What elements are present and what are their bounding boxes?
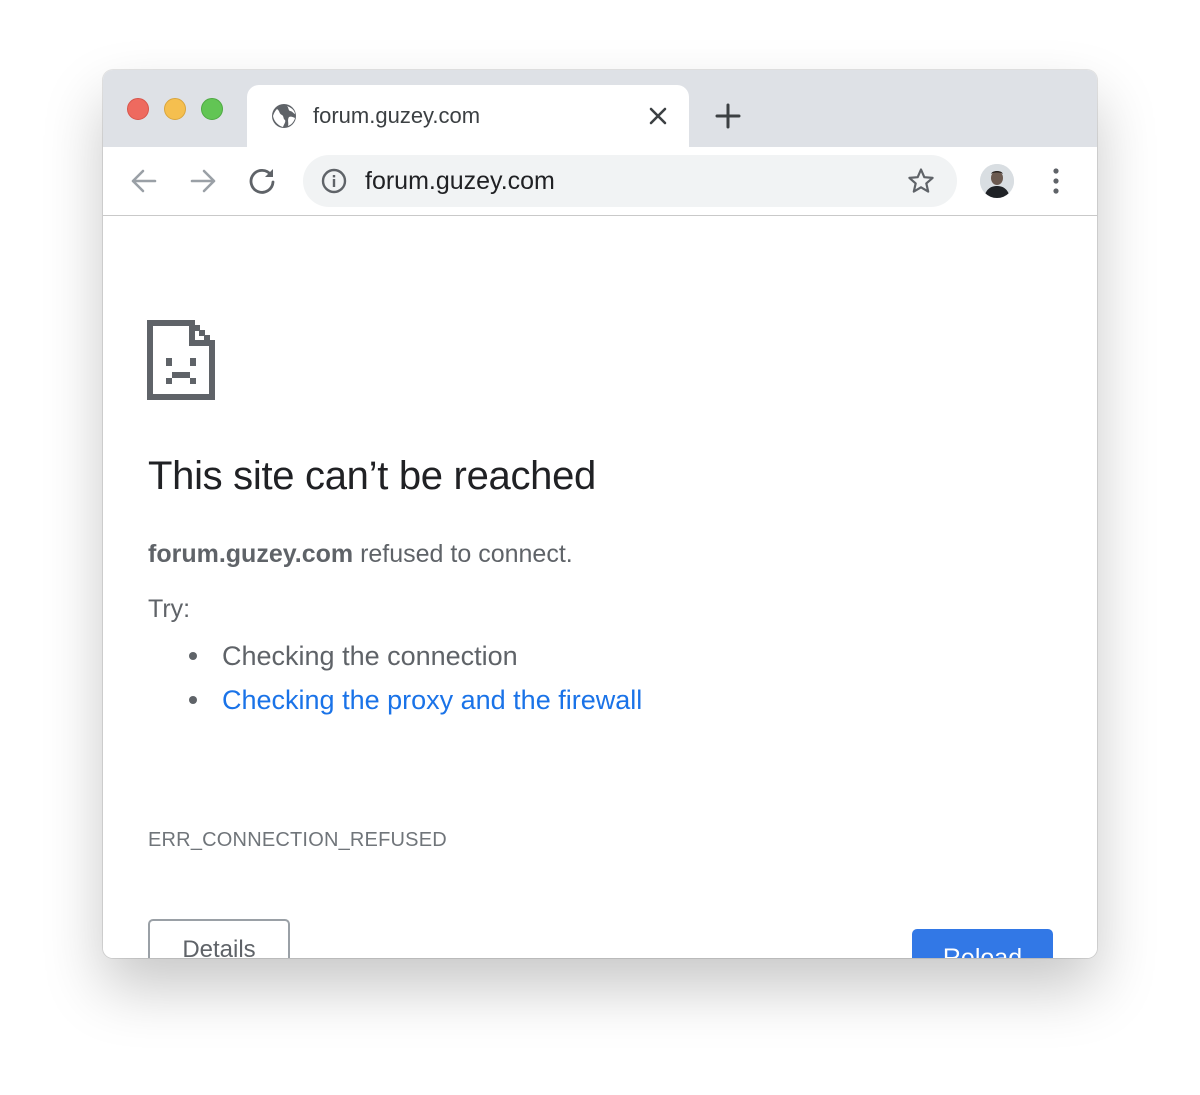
kebab-menu-icon[interactable] — [1043, 166, 1069, 196]
error-page: This site can’t be reached forum.guzey.c… — [103, 216, 1097, 958]
sad-page-icon — [147, 320, 215, 400]
url-text[interactable]: forum.guzey.com — [365, 167, 555, 195]
forward-arrow-icon[interactable] — [188, 166, 218, 196]
suggestion-list: Checking the connection Checking the pro… — [148, 634, 642, 722]
list-item: Checking the proxy and the firewall — [148, 678, 642, 722]
error-host: forum.guzey.com — [148, 540, 354, 568]
bullet-icon — [189, 696, 197, 704]
reload-button[interactable]: Reload — [912, 929, 1053, 958]
suggestion-text: Checking the connection — [222, 641, 518, 671]
new-tab-button[interactable] — [715, 103, 741, 129]
error-summary: forum.guzey.com refused to connect. — [148, 539, 573, 569]
browser-toolbar: forum.guzey.com — [103, 147, 1097, 216]
error-code: ERR_CONNECTION_REFUSED — [148, 829, 447, 851]
minimize-window-button[interactable] — [164, 98, 186, 120]
details-button[interactable]: Details — [148, 919, 290, 958]
browser-window: forum.guzey.com forum.guzey.com This sit… — [103, 70, 1097, 958]
avatar[interactable] — [980, 164, 1014, 198]
reload-icon[interactable] — [247, 166, 277, 196]
tab-strip: forum.guzey.com — [103, 70, 1097, 147]
tab-title: forum.guzey.com — [313, 103, 481, 128]
proxy-firewall-link[interactable]: Checking the proxy and the firewall — [222, 685, 642, 715]
address-bar[interactable]: forum.guzey.com — [303, 155, 957, 207]
list-item: Checking the connection — [148, 634, 642, 678]
tab-active[interactable]: forum.guzey.com — [247, 85, 689, 147]
zoom-window-button[interactable] — [201, 98, 223, 120]
info-icon[interactable] — [321, 168, 347, 194]
star-icon[interactable] — [907, 167, 935, 195]
page-title: This site can’t be reached — [148, 454, 597, 498]
error-message: refused to connect. — [353, 540, 573, 568]
close-icon[interactable] — [645, 103, 671, 129]
bullet-icon — [189, 652, 197, 660]
back-arrow-icon[interactable] — [129, 166, 159, 196]
close-window-button[interactable] — [127, 98, 149, 120]
profile-photo-icon — [980, 164, 1014, 198]
try-label: Try: — [148, 595, 191, 623]
globe-icon — [272, 104, 296, 128]
